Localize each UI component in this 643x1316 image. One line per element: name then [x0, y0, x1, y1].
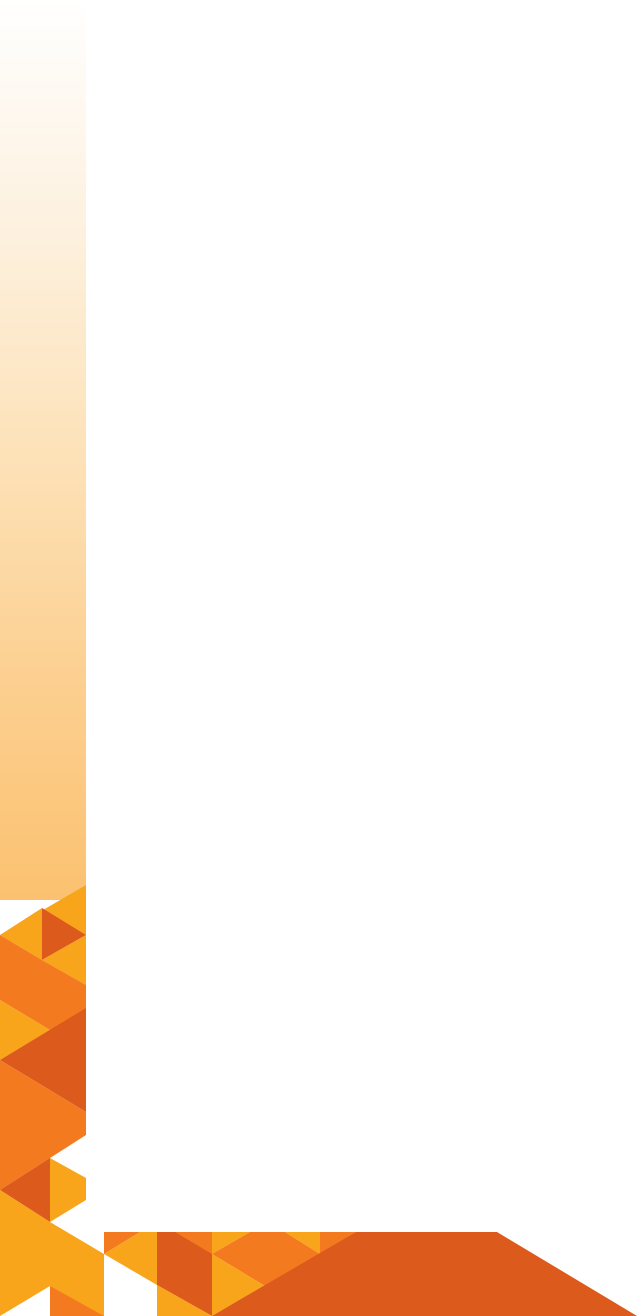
bottom-triangle-mosaic: [104, 1232, 637, 1316]
triangle: [50, 1158, 86, 1222]
left-triangle-mosaic: [0, 885, 104, 1316]
triangle-pattern-decoration: [0, 885, 637, 1316]
page: [0, 0, 643, 1316]
